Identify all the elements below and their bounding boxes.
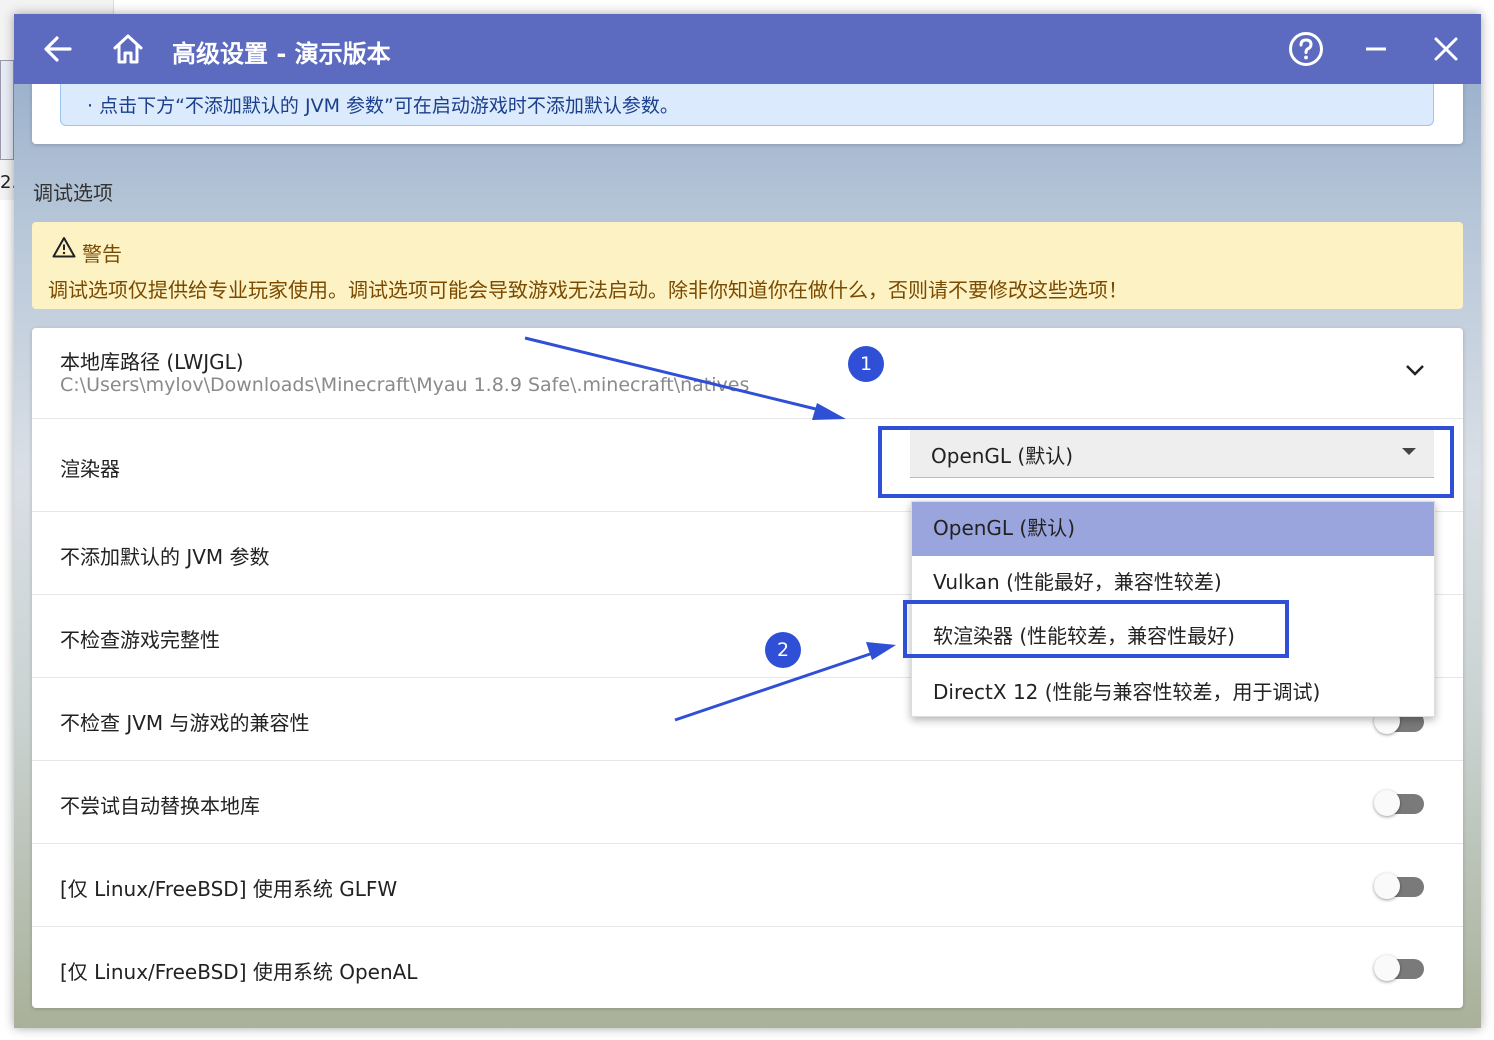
window-title: 高级设置 - 演示版本: [172, 40, 391, 68]
toggle-label: 不检查 JVM 与游戏的兼容性: [60, 711, 310, 735]
toggle-switch[interactable]: [1374, 790, 1426, 816]
highlight-renderer-select: [878, 426, 1454, 498]
native-path-label: 本地库路径 (LWJGL): [60, 350, 244, 374]
step-badge-1: 1: [848, 346, 884, 382]
section-title-debug: 调试选项: [33, 181, 113, 205]
setting-row-native-path[interactable]: 本地库路径 (LWJGL) C:\Users\mylov\Downloads\M…: [32, 328, 1463, 418]
background-window-fragment: [0, 60, 14, 160]
help-circle-icon[interactable]: [1288, 31, 1324, 67]
warning-box: 警告 调试选项仅提供给专业玩家使用。调试选项可能会导致游戏无法启动。除非你知道你…: [32, 222, 1463, 309]
minimize-icon[interactable]: [1358, 31, 1394, 67]
toggle-knob: [1374, 873, 1400, 899]
title-bar: 高级设置 - 演示版本: [14, 14, 1481, 84]
renderer-label: 渲染器: [60, 457, 120, 481]
toggle-label: 不尝试自动替换本地库: [60, 794, 260, 818]
toggle-label: [仅 Linux/FreeBSD] 使用系统 GLFW: [60, 877, 398, 901]
close-icon[interactable]: [1428, 31, 1464, 67]
setting-row-toggle: [仅 Linux/FreeBSD] 使用系统 OpenAL: [32, 926, 1463, 1008]
toggle-knob: [1374, 790, 1400, 816]
toggle-switch[interactable]: [1374, 955, 1426, 981]
step-badge-2: 2: [765, 632, 801, 668]
arrow-left-icon[interactable]: [40, 31, 76, 67]
native-path-value: C:\Users\mylov\Downloads\Minecraft\Myau …: [60, 374, 750, 396]
setting-row-toggle: 不尝试自动替换本地库: [32, 760, 1463, 843]
renderer-option[interactable]: OpenGL (默认): [912, 502, 1434, 556]
warning-text: 调试选项仅提供给专业玩家使用。调试选项可能会导致游戏无法启动。除非你知道你在做什…: [48, 278, 1128, 302]
toggle-label: [仅 Linux/FreeBSD] 使用系统 OpenAL: [60, 960, 418, 984]
warning-title: 警告: [82, 242, 122, 266]
home-icon[interactable]: [110, 31, 146, 67]
chevron-down-icon[interactable]: [1404, 362, 1426, 382]
settings-window: · 点击下方“不添加默认的 JVM 参数”可在启动游戏时不添加默认参数。 调试选…: [14, 14, 1481, 1028]
toggle-label: 不检查游戏完整性: [60, 628, 220, 652]
toggle-label: 不添加默认的 JVM 参数: [60, 545, 270, 569]
renderer-option[interactable]: DirectX 12 (性能与兼容性较差，用于调试): [912, 664, 1434, 718]
info-box: · 点击下方“不添加默认的 JVM 参数”可在启动游戏时不添加默认参数。: [60, 84, 1434, 126]
warning-triangle-icon: [52, 236, 76, 262]
toggle-switch[interactable]: [1374, 873, 1426, 899]
toggle-knob: [1374, 955, 1400, 981]
highlight-software-renderer: [903, 600, 1289, 658]
setting-row-toggle: [仅 Linux/FreeBSD] 使用系统 GLFW: [32, 843, 1463, 926]
